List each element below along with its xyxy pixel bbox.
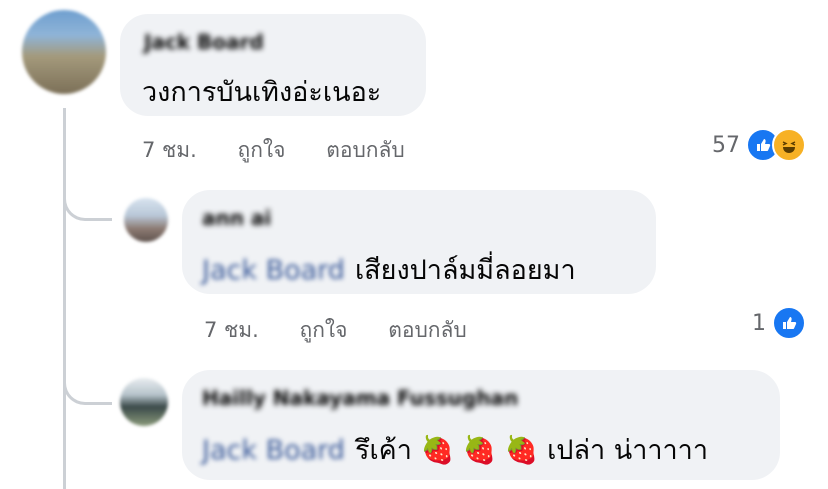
comment-text: Jack Board เสียงปาล์มมี่ลอยมา <box>202 255 576 286</box>
comment-text: วงการบันเทิงอ่ะเนอะ <box>142 77 382 108</box>
reaction-count: 1 <box>752 310 766 336</box>
thread-line <box>63 108 66 489</box>
comment-author[interactable]: Jack Board <box>144 30 264 54</box>
reaction-summary[interactable]: 1 <box>752 306 806 340</box>
mention-tag[interactable]: Jack Board <box>202 435 345 466</box>
reaction-summary[interactable]: 57 <box>712 128 806 162</box>
reply-connector <box>63 188 112 221</box>
avatar[interactable] <box>124 198 168 242</box>
comment-author[interactable]: ann ai <box>202 206 271 230</box>
haha-icon <box>772 128 806 162</box>
reply-button[interactable]: ตอบกลับ <box>388 314 467 347</box>
comment-actions: 7 ชม. ถูกใจ ตอบกลับ <box>142 134 439 167</box>
comment-time[interactable]: 7 ชม. <box>204 314 259 347</box>
avatar[interactable] <box>120 378 168 426</box>
reply-connector <box>63 372 112 405</box>
comment-author[interactable]: Hailly Nakayama Fussughan <box>202 386 518 410</box>
like-button[interactable]: ถูกใจ <box>300 314 348 347</box>
like-icon <box>772 306 806 340</box>
comment-time[interactable]: 7 ชม. <box>142 134 197 167</box>
mention-tag[interactable]: Jack Board <box>202 255 345 286</box>
comment-text: Jack Board รึเค้า 🍓 🍓 🍓 เปล่า น่าาาาา <box>202 435 708 466</box>
avatar[interactable] <box>22 10 106 94</box>
comment-actions: 7 ชม. ถูกใจ ตอบกลับ <box>204 314 501 347</box>
reaction-count: 57 <box>712 132 740 158</box>
reply-button[interactable]: ตอบกลับ <box>326 134 405 167</box>
like-button[interactable]: ถูกใจ <box>238 134 286 167</box>
